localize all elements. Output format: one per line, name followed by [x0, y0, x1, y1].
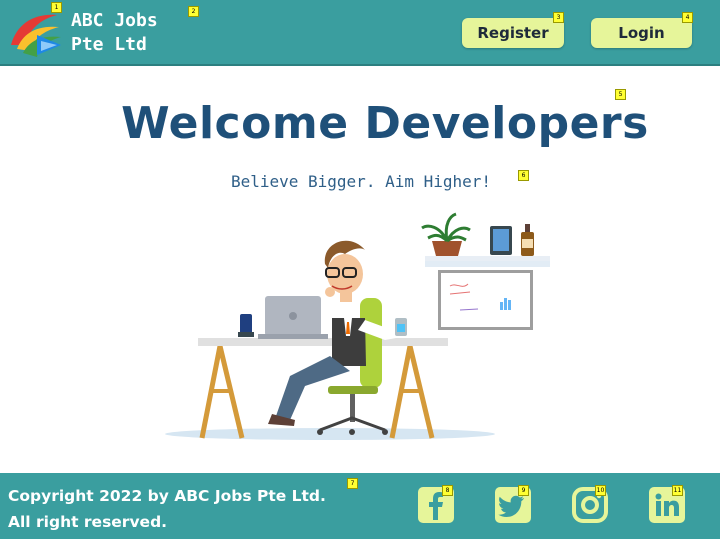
company-logo[interactable] — [7, 5, 65, 61]
marker-label: 6 — [518, 170, 529, 181]
site-header: ABC Jobs Pte Ltd Register Login — [0, 0, 720, 66]
login-button[interactable]: Login — [591, 18, 692, 48]
page-title: Welcome Developers — [121, 98, 649, 149]
marker-label: 11 — [672, 485, 683, 496]
company-name-line1: ABC Jobs — [71, 10, 158, 31]
site-footer: Copyright 2022 by ABC Jobs Pte Ltd. All … — [0, 473, 720, 539]
marker-label: 7 — [347, 478, 358, 489]
company-name-line2: Pte Ltd — [71, 34, 147, 55]
marker-label: 5 — [615, 89, 626, 100]
developer-illustration — [165, 212, 550, 440]
company-name: ABC Jobs Pte Ltd — [71, 9, 158, 57]
marker-label: 8 — [442, 485, 453, 496]
marker-label: 2 — [188, 6, 199, 17]
copyright-line2: All right reserved. — [8, 513, 168, 531]
register-button[interactable]: Register — [462, 18, 564, 48]
marker-label: 9 — [518, 485, 529, 496]
copyright-text: Copyright 2022 by ABC Jobs Pte Ltd. All … — [8, 483, 326, 535]
copyright-line1: Copyright 2022 by ABC Jobs Pte Ltd. — [8, 487, 326, 505]
marker-label: 1 — [51, 2, 62, 13]
marker-label: 4 — [682, 12, 693, 23]
tagline: Believe Bigger. Aim Higher! — [230, 172, 492, 191]
marker-label: 3 — [553, 12, 564, 23]
marker-label: 10 — [595, 485, 606, 496]
